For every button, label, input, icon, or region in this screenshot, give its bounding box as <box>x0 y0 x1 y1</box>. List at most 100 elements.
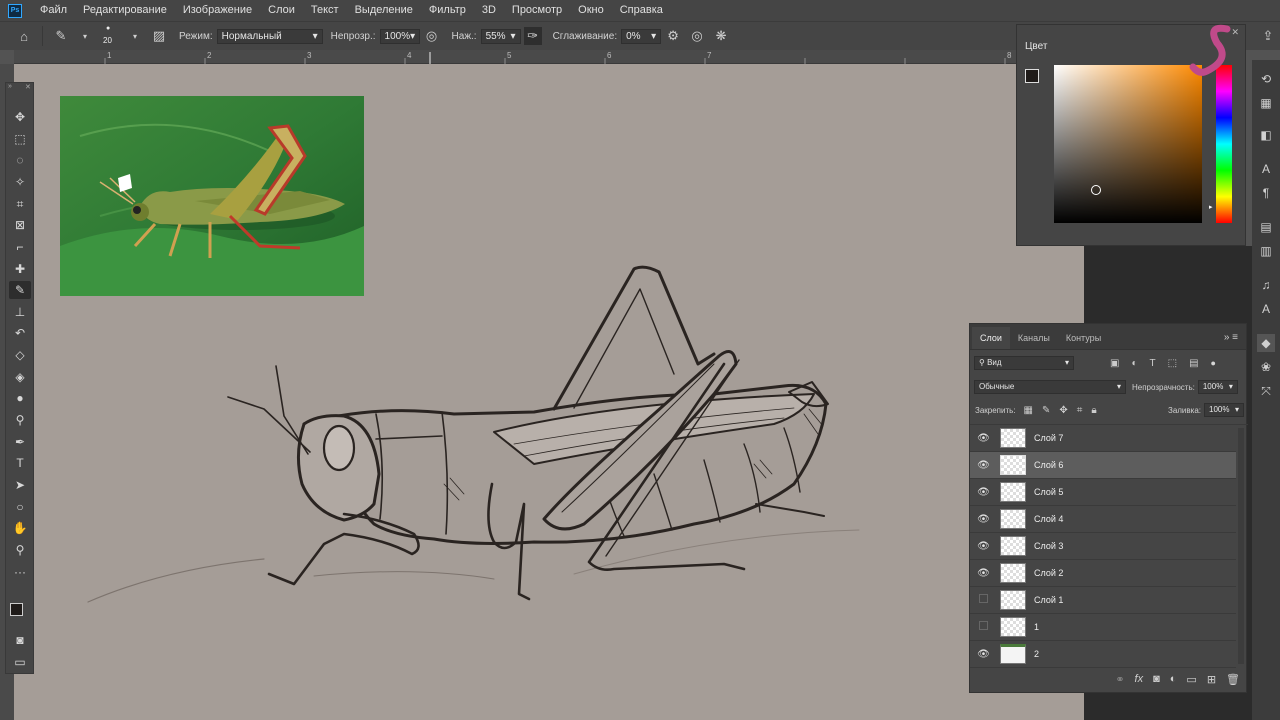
eye-icon[interactable]: 👁︎ <box>970 487 997 498</box>
home-icon[interactable]: ⌂ <box>15 27 33 45</box>
menu-image[interactable]: Изображение <box>175 0 260 21</box>
trash-icon[interactable]: 🗑︎ <box>1226 673 1240 686</box>
path-select-tool-icon[interactable]: ➤ <box>9 476 31 494</box>
lasso-tool-icon[interactable]: ◌ <box>9 151 31 169</box>
gear-icon[interactable]: ⚙ <box>664 27 682 45</box>
layers-scrollbar[interactable] <box>1238 428 1244 664</box>
grid-icon[interactable]: ▦ <box>1257 94 1275 112</box>
visibility-toggle-empty[interactable] <box>970 594 997 606</box>
filter-shape-icon[interactable]: ⬚ <box>1168 358 1177 369</box>
layer-opacity-field[interactable]: 100% ▾ <box>1197 380 1238 394</box>
menu-help[interactable]: Справка <box>612 0 671 21</box>
color-saturation-field[interactable] <box>1054 65 1202 223</box>
collapse-icon[interactable]: » <box>8 83 12 90</box>
history-brush-tool-icon[interactable]: ↶ <box>9 324 31 342</box>
eye-icon[interactable]: 👁︎ <box>970 649 997 660</box>
history-icon[interactable]: ⟲ <box>1257 70 1275 88</box>
filter-type-icon[interactable]: T <box>1150 358 1156 369</box>
eye-icon[interactable]: 👁︎ <box>970 568 997 579</box>
adjustments-icon[interactable]: ◧ <box>1257 126 1275 144</box>
color-picker-handle[interactable] <box>1091 185 1101 195</box>
menu-select[interactable]: Выделение <box>347 0 421 21</box>
foreground-color-swatch[interactable] <box>10 603 23 616</box>
zoom-tool-icon[interactable]: ⚲ <box>9 541 31 559</box>
shape-tool-icon[interactable]: ○ <box>9 498 31 516</box>
tab-paths[interactable]: Контуры <box>1058 327 1109 349</box>
menu-layers[interactable]: Слои <box>260 0 303 21</box>
tab-layers[interactable]: Слои <box>972 327 1010 349</box>
character-icon[interactable]: A <box>1257 160 1275 178</box>
layer-style-icon[interactable]: fx <box>1135 673 1144 685</box>
opacity-field[interactable]: 100% ▾ <box>379 28 420 44</box>
menu-filter[interactable]: Фильтр <box>421 0 474 21</box>
pen-tool-icon[interactable]: ✒ <box>9 433 31 451</box>
layer-row[interactable]: 👁︎ Слой 5 <box>970 479 1236 506</box>
new-layer-icon[interactable]: ⊞ <box>1207 673 1216 686</box>
filter-smart-icon[interactable]: ▤ <box>1189 358 1198 369</box>
hue-slider-handle-icon[interactable]: ▸ <box>1209 203 1213 211</box>
smoothing-field[interactable]: 0% ▾ <box>621 28 662 44</box>
lock-transparency-icon[interactable]: ▦ <box>1024 405 1033 416</box>
layer-row[interactable]: 1 <box>970 614 1236 641</box>
add-mask-icon[interactable]: ◙ <box>1153 673 1160 685</box>
eye-icon[interactable]: 👁︎ <box>970 460 997 471</box>
airbrush-icon[interactable]: ✑ <box>523 27 542 45</box>
link-layers-icon[interactable]: ⚭ <box>1115 673 1124 686</box>
layers-icon[interactable]: ◆ <box>1257 334 1275 352</box>
filter-toggle-icon[interactable]: ● <box>1211 358 1216 368</box>
stamp-tool-icon[interactable]: ⊥ <box>9 303 31 321</box>
lock-all-icon[interactable]: 🔒︎ <box>1091 405 1096 416</box>
dodge-tool-icon[interactable]: ⚲ <box>9 411 31 429</box>
eye-icon[interactable]: 👁︎ <box>970 433 997 444</box>
lock-artboard-icon[interactable]: ⌗ <box>1077 405 1083 416</box>
tab-channels[interactable]: Каналы <box>1010 327 1058 349</box>
layer-row[interactable]: 👁︎ Слой 6 <box>970 452 1236 479</box>
layer-row[interactable]: 👁︎ Слой 3 <box>970 533 1236 560</box>
channels-icon[interactable]: ❀ <box>1257 358 1275 376</box>
pressure-opacity-icon[interactable]: ◎ <box>423 27 441 45</box>
layer-filter-dropdown[interactable]: ⚲ Вид ▾ <box>974 356 1074 370</box>
blur-tool-icon[interactable]: ● <box>9 389 31 407</box>
brush-preset-picker[interactable]: ● 20 <box>99 25 121 47</box>
chevron-down-icon[interactable]: ▾ <box>76 27 94 45</box>
menu-file[interactable]: Файл <box>32 0 75 21</box>
menu-3d[interactable]: 3D <box>474 0 504 21</box>
group-folder-icon[interactable]: ▭ <box>1186 673 1196 686</box>
paths-icon[interactable]: ⤧ <box>1257 382 1275 400</box>
eye-icon[interactable]: 👁︎ <box>970 541 997 552</box>
eraser-tool-icon[interactable]: ◇ <box>9 346 31 364</box>
layer-row[interactable]: Слой 1 <box>970 587 1236 614</box>
marquee-tool-icon[interactable]: ⬚ <box>9 130 31 148</box>
frame-tool-icon[interactable]: ⊠ <box>9 216 31 234</box>
layer-row[interactable]: 👁︎ 2 <box>970 641 1236 668</box>
glyphs-icon[interactable]: A <box>1257 300 1275 318</box>
visibility-toggle-empty[interactable] <box>970 621 997 633</box>
more-tools-icon[interactable]: ··· <box>9 563 31 581</box>
properties-icon[interactable]: ▥ <box>1257 242 1275 260</box>
filter-adjustment-icon[interactable]: ◐ <box>1131 358 1137 369</box>
share-icon[interactable]: ⇪ <box>1259 27 1277 45</box>
paragraph-icon[interactable]: ¶ <box>1257 184 1275 202</box>
quick-mask-icon[interactable]: ◙ <box>9 631 31 649</box>
layer-row[interactable]: 👁︎ Слой 7 <box>970 425 1236 452</box>
menu-edit[interactable]: Редактирование <box>75 0 175 21</box>
menu-type[interactable]: Текст <box>303 0 347 21</box>
eye-icon[interactable]: 👁︎ <box>970 514 997 525</box>
brush-settings-icon[interactable]: ▨ <box>150 27 168 45</box>
eyedropper-tool-icon[interactable]: ⌐ <box>9 238 31 256</box>
chevron-down-icon[interactable]: ▾ <box>126 27 144 45</box>
brushes-icon[interactable]: ♫ <box>1257 276 1275 294</box>
type-tool-icon[interactable]: T <box>9 454 31 472</box>
move-tool-icon[interactable]: ✥ <box>9 108 31 126</box>
brush-tool-icon[interactable]: ✎ <box>9 281 31 299</box>
panel-menu-icon[interactable]: » ≡ <box>1224 327 1238 349</box>
blend-mode-dropdown[interactable]: Обычные ▾ <box>974 380 1126 394</box>
libraries-icon[interactable]: ▤ <box>1257 218 1275 236</box>
close-icon[interactable]: ✕ <box>25 83 31 91</box>
document-canvas[interactable] <box>14 64 1084 720</box>
adjustment-layer-icon[interactable]: ◐ <box>1170 673 1177 685</box>
healing-tool-icon[interactable]: ✚ <box>9 260 31 278</box>
brush-tool-icon[interactable]: ✎ <box>52 27 70 45</box>
layer-row[interactable]: 👁︎ Слой 4 <box>970 506 1236 533</box>
crop-tool-icon[interactable]: ⌗ <box>9 195 31 213</box>
